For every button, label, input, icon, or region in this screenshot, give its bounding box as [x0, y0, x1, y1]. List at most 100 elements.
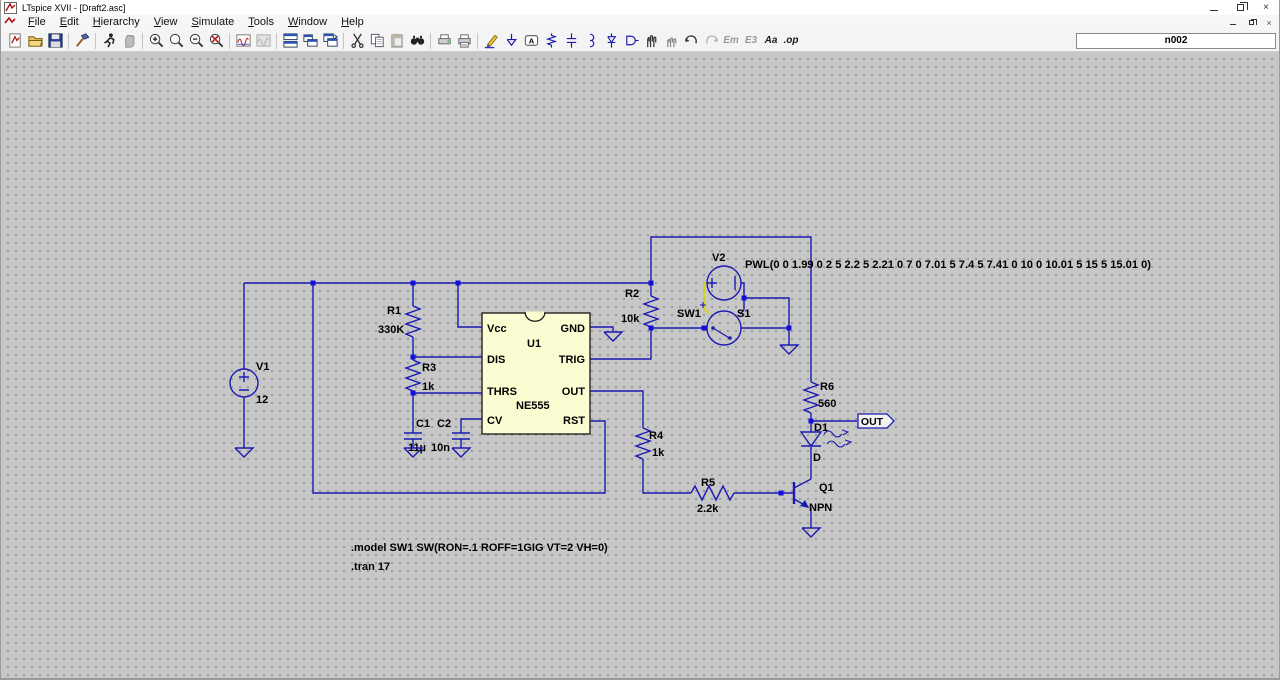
voltage-source-V1[interactable]: V1 12	[229, 361, 269, 406]
wire[interactable]	[810, 413, 857, 422]
window-title: LTspice XVII - [Draft2.asc]	[22, 2, 126, 13]
place-inductor-button[interactable]	[581, 31, 601, 51]
child-restore-button[interactable]	[1243, 17, 1259, 29]
component-name: D1	[814, 422, 828, 434]
title-bar: LTspice XVII - [Draft2.asc] ×	[1, 0, 1279, 15]
component-value: 10k	[621, 313, 640, 325]
cascade-button[interactable]	[320, 31, 340, 51]
component-name: R4	[649, 430, 664, 442]
resistor-R6[interactable]: R6 560	[801, 381, 836, 414]
net-label-icon: A	[524, 35, 538, 46]
tile-vertical-button[interactable]	[280, 31, 300, 51]
redo-button[interactable]	[701, 31, 721, 51]
zoom-in-button[interactable]	[146, 31, 166, 51]
label-icon-letter: A	[528, 36, 534, 45]
ground-symbol[interactable]	[801, 527, 822, 538]
schematic-doc-icon[interactable]	[3, 16, 17, 29]
toolbar-separator	[276, 32, 277, 49]
place-diode-button[interactable]	[601, 31, 621, 51]
net-flag-OUT[interactable]: OUT	[857, 413, 895, 429]
menu-view[interactable]: View	[147, 15, 185, 30]
schematic-canvas[interactable]: V1 12 R1 330K R3 1k C1 11µ C2 10n Vcc DI…	[1, 52, 1279, 678]
place-label-button[interactable]: A	[521, 31, 541, 51]
draw-wire-button[interactable]	[481, 31, 501, 51]
transistor-Q1[interactable]: Q1 NPN	[792, 478, 834, 514]
plot-settings-button[interactable]	[233, 31, 253, 51]
resistor-R2[interactable]: R2 10k	[621, 288, 661, 328]
menu-tools[interactable]: Tools	[241, 15, 281, 30]
menu-simulate[interactable]: Simulate	[184, 15, 241, 30]
component-gate-icon	[625, 35, 639, 46]
component-name: V1	[256, 361, 269, 373]
led-D1[interactable]: D1 D	[799, 422, 853, 464]
ic-U1-NE555[interactable]: Vcc DIS THRS CV GND TRIG OUT RST U1 NE55…	[481, 311, 591, 435]
component-name: C2	[437, 418, 451, 430]
close-button[interactable]: ×	[1253, 0, 1279, 15]
spice-directive-model[interactable]: .model SW1 SW(RON=.1 ROFF=1GIG VT=2 VH=0…	[351, 542, 608, 554]
new-schematic-icon	[8, 33, 21, 48]
mirror-button[interactable]: Em	[721, 31, 741, 51]
spice-directive-tran[interactable]: .tran 17	[351, 561, 390, 573]
toolbar-separator	[430, 32, 431, 49]
toolbar-separator	[477, 32, 478, 49]
component-name: R3	[422, 362, 436, 374]
component-value: 560	[818, 398, 836, 410]
ground-symbol[interactable]	[451, 447, 472, 458]
wire[interactable]	[457, 283, 482, 328]
voltage-source-V2[interactable]: V2	[706, 252, 742, 301]
menu-help[interactable]: Help	[334, 15, 371, 30]
resistor-R5[interactable]: R5 2.2k	[690, 477, 735, 515]
child-minimize-button[interactable]	[1225, 17, 1241, 29]
resistor-R3[interactable]: R3 1k	[403, 359, 436, 393]
ground-symbol[interactable]	[779, 344, 800, 355]
ground-symbol[interactable]	[603, 331, 624, 342]
place-resistor-button[interactable]	[541, 31, 561, 51]
save-button[interactable]	[45, 31, 65, 51]
toolbar-separator	[142, 32, 143, 49]
text-button[interactable]: Aa	[761, 31, 781, 51]
find-button[interactable]	[407, 31, 427, 51]
menu-edit[interactable]: Edit	[53, 15, 86, 30]
wire[interactable]	[590, 326, 614, 332]
print-setup-button[interactable]	[434, 31, 454, 51]
paste-button[interactable]	[387, 31, 407, 51]
new-schematic-button[interactable]	[5, 31, 25, 51]
pin-label: THRS	[487, 386, 517, 398]
drag-hand-icon	[666, 37, 676, 48]
control-panel-button[interactable]	[72, 31, 92, 51]
component-value: 10n	[431, 442, 450, 454]
menu-hierarchy[interactable]: Hierarchy	[86, 15, 147, 30]
ground-symbol[interactable]	[234, 447, 255, 458]
zoom-full-button[interactable]	[206, 31, 226, 51]
autorange-icon	[255, 34, 271, 47]
undo-icon	[684, 35, 697, 44]
resistor-R4[interactable]: R4 1k	[633, 427, 665, 460]
drag-button[interactable]	[661, 31, 681, 51]
rotate-button[interactable]: E3	[741, 31, 761, 51]
resistor-R1[interactable]: R1 330K	[378, 305, 423, 338]
place-ground-button[interactable]	[501, 31, 521, 51]
open-button[interactable]	[25, 31, 45, 51]
restore-button[interactable]	[1227, 0, 1253, 15]
minimize-button[interactable]	[1201, 0, 1227, 15]
print-button[interactable]	[454, 31, 474, 51]
spice-directive-button[interactable]: .op	[781, 31, 801, 51]
cut-button[interactable]	[347, 31, 367, 51]
undo-button[interactable]	[681, 31, 701, 51]
place-component-button[interactable]	[621, 31, 641, 51]
copy-button[interactable]	[367, 31, 387, 51]
menu-window[interactable]: Window	[281, 15, 334, 30]
move-button[interactable]	[641, 31, 661, 51]
tile-horizontal-button[interactable]	[300, 31, 320, 51]
child-close-button[interactable]: ×	[1261, 17, 1277, 29]
halt-button[interactable]	[119, 31, 139, 51]
run-button[interactable]	[99, 31, 119, 51]
menu-file[interactable]: File	[21, 15, 53, 30]
wire[interactable]	[744, 297, 790, 328]
zoom-extents-button[interactable]	[166, 31, 186, 51]
wire[interactable]	[741, 327, 790, 345]
switch-S1[interactable]: SW1 S1	[677, 302, 750, 346]
place-capacitor-button[interactable]	[561, 31, 581, 51]
zoom-out-button[interactable]	[186, 31, 206, 51]
autorange-button[interactable]	[253, 31, 273, 51]
